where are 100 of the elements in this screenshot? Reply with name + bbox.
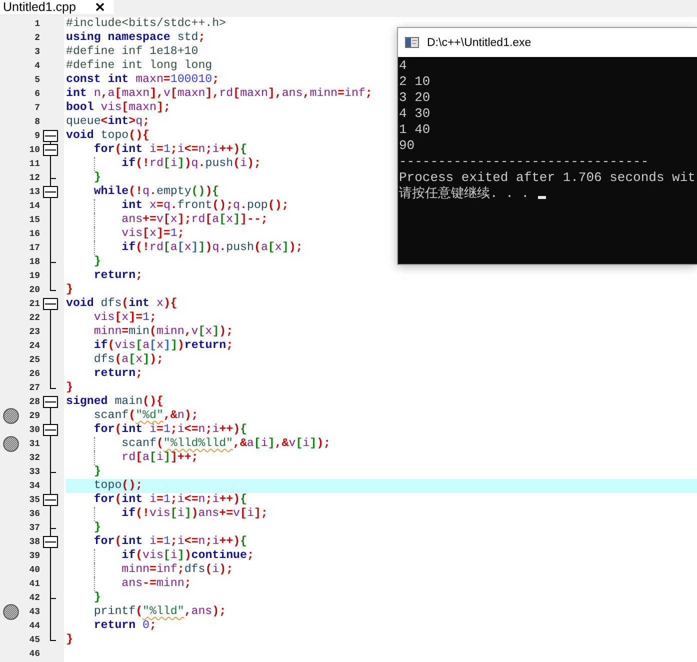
code-line: }: [94, 521, 101, 535]
line-number: 20: [29, 284, 40, 297]
code-line: for(int i=1;i<=n;i++){: [94, 143, 248, 157]
code-line: #include<bits/stdc++.h>: [66, 17, 226, 31]
code-line: using namespace std;: [66, 31, 206, 45]
line-number: 6: [34, 88, 40, 101]
code-line: if(!rd[i])q.push(i);: [122, 157, 261, 171]
console-line: 4 30: [399, 106, 430, 122]
code-line: void dfs(int x){: [66, 297, 178, 311]
line-number: 23: [29, 326, 40, 339]
line-number: 3: [34, 46, 40, 59]
line-number: 33: [29, 466, 40, 479]
line-number: 42: [29, 592, 40, 605]
code-line: if(vis[a[x]])return;: [94, 339, 234, 353]
collapse-icon[interactable]: [43, 494, 58, 506]
line-number: 9: [34, 130, 40, 143]
collapse-icon[interactable]: [43, 130, 58, 142]
line-number: 39: [29, 550, 40, 563]
code-line: queue<int>q;: [66, 115, 150, 129]
line-number: 18: [29, 256, 40, 269]
code-line: #define int long long: [66, 59, 212, 73]
code-line: }: [66, 633, 73, 647]
code-line: void topo(){: [66, 129, 150, 143]
line-number: 43: [29, 606, 40, 619]
code-line: ans-=minn;: [122, 577, 192, 591]
line-number: 25: [29, 354, 40, 367]
console-line: 2 10: [399, 74, 430, 90]
line-number: 37: [29, 522, 40, 535]
code-line: const int maxn=100010;: [66, 73, 220, 87]
code-line: rd[a[i]]++;: [122, 451, 198, 465]
code-line: signed main(){: [66, 395, 164, 409]
line-number: 11: [29, 158, 40, 171]
code-line: }: [66, 381, 73, 395]
code-line: }: [94, 171, 101, 185]
close-icon[interactable]: [96, 3, 104, 11]
code-line: }: [94, 255, 101, 269]
line-number: 12: [29, 172, 40, 185]
code-line: }: [94, 465, 101, 479]
line-number: 38: [29, 536, 40, 549]
line-number: 29: [29, 410, 40, 423]
code-line: minn=min(minn,v[x]);: [94, 325, 234, 339]
console-line: 90: [399, 138, 415, 154]
code-line: }: [66, 283, 73, 297]
code-line: int x=q.front();q.pop();: [122, 199, 289, 213]
window-icon: [405, 37, 419, 48]
code-line: scanf("%d",&n);: [94, 409, 198, 423]
line-number: 32: [29, 452, 40, 465]
code-line: bool vis[maxn];: [66, 101, 170, 115]
console-line: --------------------------------: [399, 154, 649, 170]
line-number: 5: [34, 74, 40, 87]
code-line: while(!q.empty()){: [94, 185, 220, 199]
line-number: 36: [29, 508, 40, 521]
file-tab[interactable]: Untitled1.cpp: [0, 0, 114, 14]
line-number: 1: [34, 18, 40, 31]
code-line: return;: [94, 367, 143, 381]
line-number: 19: [29, 270, 40, 283]
line-number: 45: [29, 634, 40, 647]
collapse-icon[interactable]: [43, 298, 58, 310]
line-number: 16: [29, 228, 40, 241]
line-number: 2: [34, 32, 40, 45]
line-number: 31: [29, 438, 40, 451]
collapse-icon[interactable]: [43, 536, 58, 548]
code-line: return;: [94, 269, 143, 283]
collapse-icon[interactable]: [43, 424, 58, 436]
console-line: 请按任意键继续. . .: [399, 186, 530, 202]
line-number: 35: [29, 494, 40, 507]
line-number: 8: [34, 116, 40, 129]
line-number: 26: [29, 368, 40, 381]
line-number: 13: [29, 186, 40, 199]
line-number: 24: [29, 340, 40, 353]
code-line: if(vis[i])continue;: [122, 549, 254, 563]
line-number: 17: [29, 242, 40, 255]
console-line: Process exited after 1.706 seconds wit: [399, 170, 696, 186]
code-line: dfs(a[x]);: [94, 353, 164, 367]
code-line: scanf("%lld%lld",&a[i],&v[i]);: [122, 437, 331, 451]
code-line: for(int i=1;i<=n;i++){: [94, 535, 248, 549]
code-line: vis[x]=1;: [122, 227, 184, 241]
line-number: 15: [29, 214, 40, 227]
code-line: topo();: [94, 479, 143, 493]
collapse-icon[interactable]: [43, 186, 58, 198]
code-line: if(!vis[i])ans+=v[i];: [122, 507, 268, 521]
line-number: 30: [29, 424, 40, 437]
code-line: #define inf 1e18+10: [66, 45, 198, 59]
line-number: 40: [29, 564, 40, 577]
code-line: vis[x]=1;: [94, 311, 156, 325]
collapse-icon[interactable]: [43, 144, 58, 156]
line-number: 28: [29, 396, 40, 409]
window-title: D:\c++\Untitled1.exe: [427, 36, 532, 48]
line-number: 46: [29, 648, 40, 661]
line-number: 7: [34, 102, 40, 115]
code-line: if(!rd[a[x]])q.push(a[x]);: [122, 241, 303, 255]
code-line: ans+=v[x];rd[a[x]]--;: [122, 213, 268, 227]
line-number: 10: [29, 144, 40, 157]
line-number: 34: [29, 480, 40, 493]
collapse-icon[interactable]: [43, 396, 58, 408]
line-number: 27: [29, 382, 40, 395]
console-line: 1 40: [399, 122, 430, 138]
code-line: }: [94, 591, 101, 605]
code-line: return 0;: [94, 619, 156, 633]
code-line: printf("%lld",ans);: [94, 605, 226, 619]
